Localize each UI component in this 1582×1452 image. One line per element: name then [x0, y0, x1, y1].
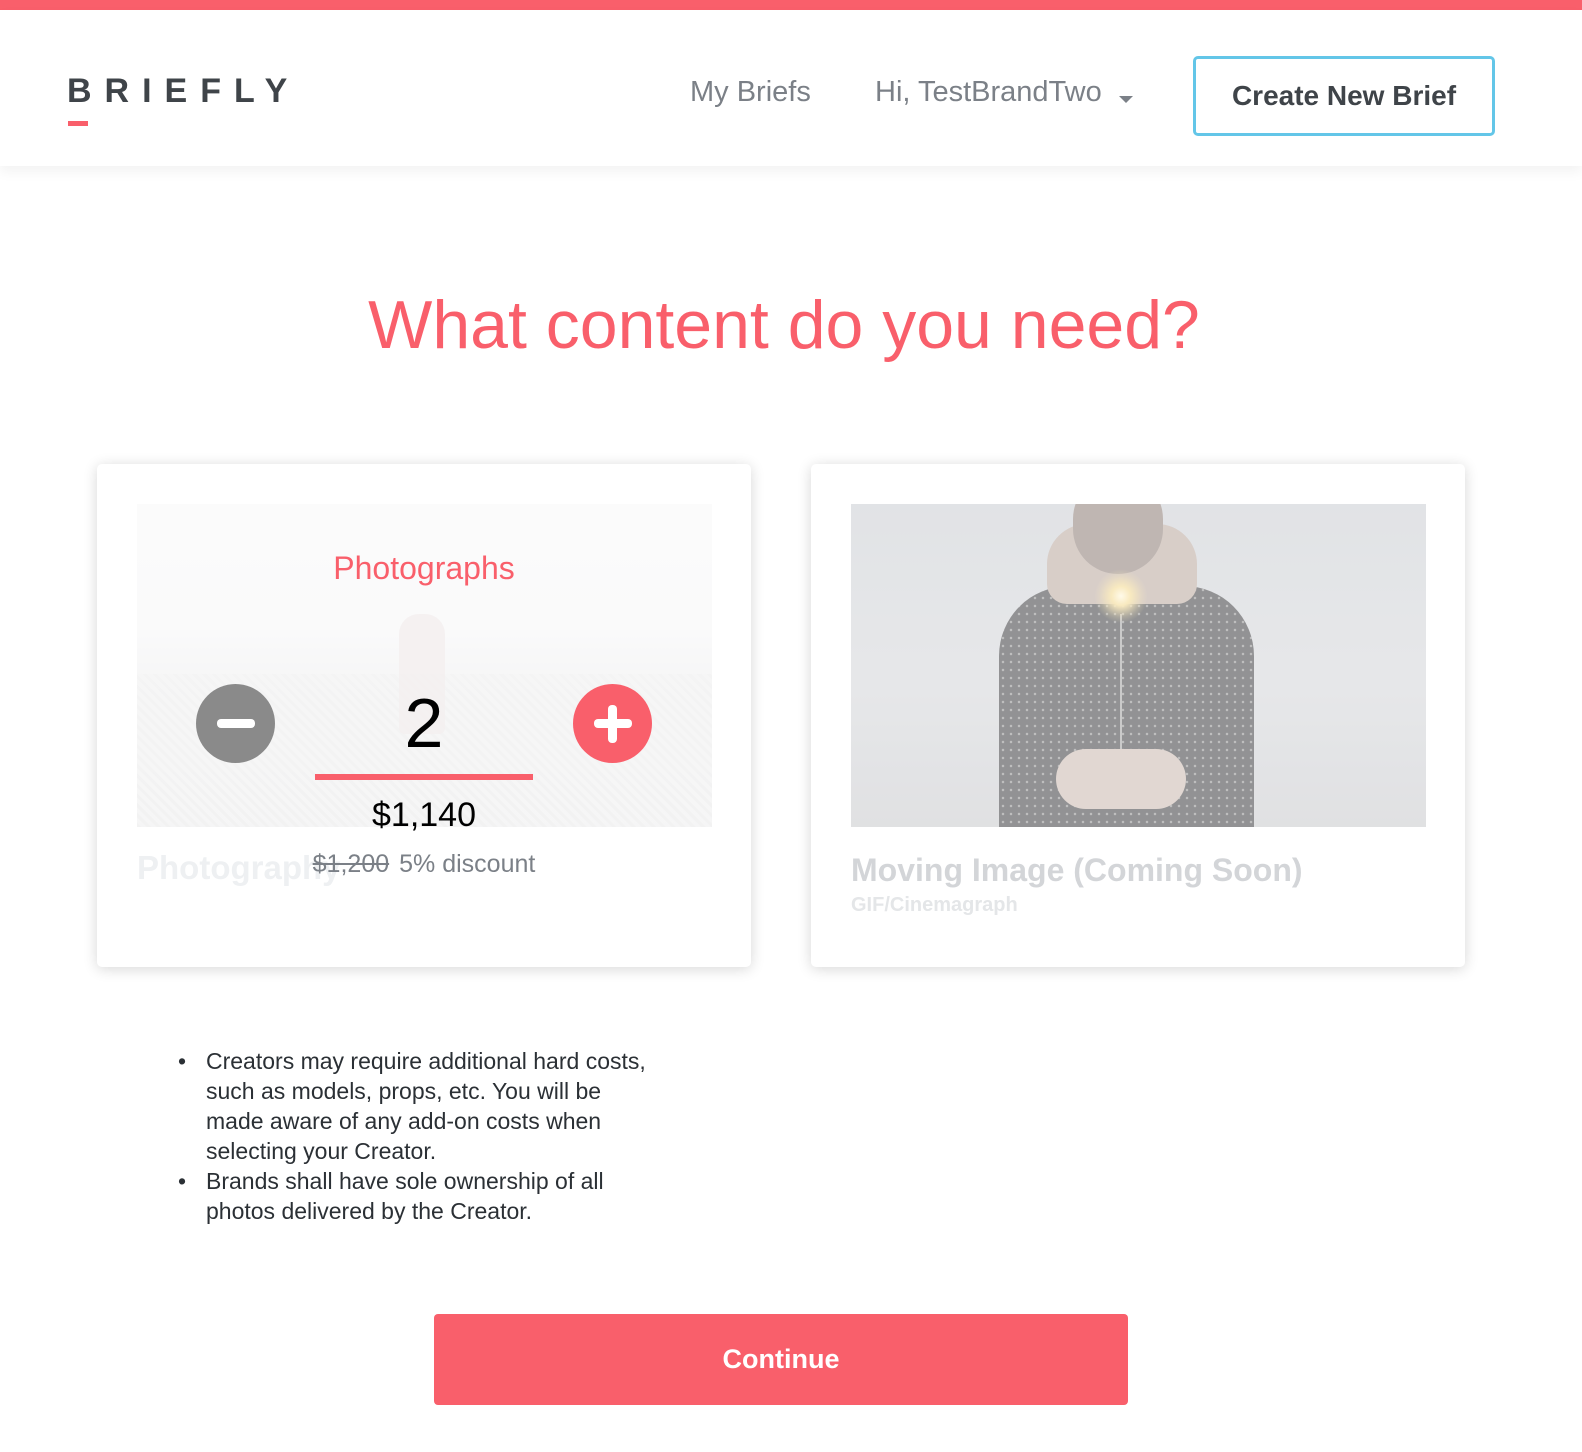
price-total: $1,140 — [372, 796, 476, 834]
moving-overlay — [851, 504, 1426, 827]
briefly-logo[interactable]: BRIEFLY — [67, 72, 300, 111]
increment-button[interactable] — [573, 684, 652, 763]
page-title: What content do you need? — [368, 287, 1200, 363]
logo-underline — [68, 121, 88, 126]
moving-image-card: Moving Image (Coming Soon) GIF/Cinemagra… — [811, 464, 1465, 967]
photographs-label: Photographs — [333, 550, 515, 586]
note-text: Creators may require additional hard cos… — [206, 1048, 646, 1164]
site-header: BRIEFLY My Briefs Hi, TestBrandTwo Creat… — [0, 10, 1582, 166]
photographs-card[interactable]: Photography Photographs $1,140 $1,2005% … — [97, 464, 751, 967]
original-price: $1,200 — [312, 850, 390, 878]
list-item: • Brands shall have sole ownership of al… — [178, 1166, 646, 1226]
decrement-button[interactable] — [196, 684, 275, 763]
create-new-brief-button[interactable]: Create New Brief — [1193, 56, 1495, 136]
list-item: • Creators may require additional hard c… — [178, 1046, 646, 1166]
top-accent-strip — [0, 0, 1582, 10]
bullet-icon: • — [178, 1048, 187, 1074]
terms-list: • Creators may require additional hard c… — [178, 1046, 646, 1226]
user-menu-dropdown[interactable]: Hi, TestBrandTwo — [875, 76, 1102, 109]
discount-label: 5% discount — [399, 850, 536, 878]
plus-icon — [593, 704, 632, 743]
nav-my-briefs-link[interactable]: My Briefs — [690, 76, 811, 109]
bullet-icon: • — [178, 1168, 187, 1194]
minus-icon — [216, 719, 255, 728]
moving-image-subtitle: GIF/Cinemagraph — [851, 894, 1018, 916]
note-text: Brands shall have sole ownership of all … — [206, 1168, 604, 1224]
price-breakdown: $1,200 5% discount — [97, 850, 751, 879]
continue-button[interactable]: Continue — [434, 1314, 1128, 1405]
quantity-input[interactable] — [315, 672, 533, 780]
chevron-down-icon[interactable] — [1119, 96, 1133, 103]
moving-image-title: Moving Image (Coming Soon) — [851, 852, 1303, 888]
